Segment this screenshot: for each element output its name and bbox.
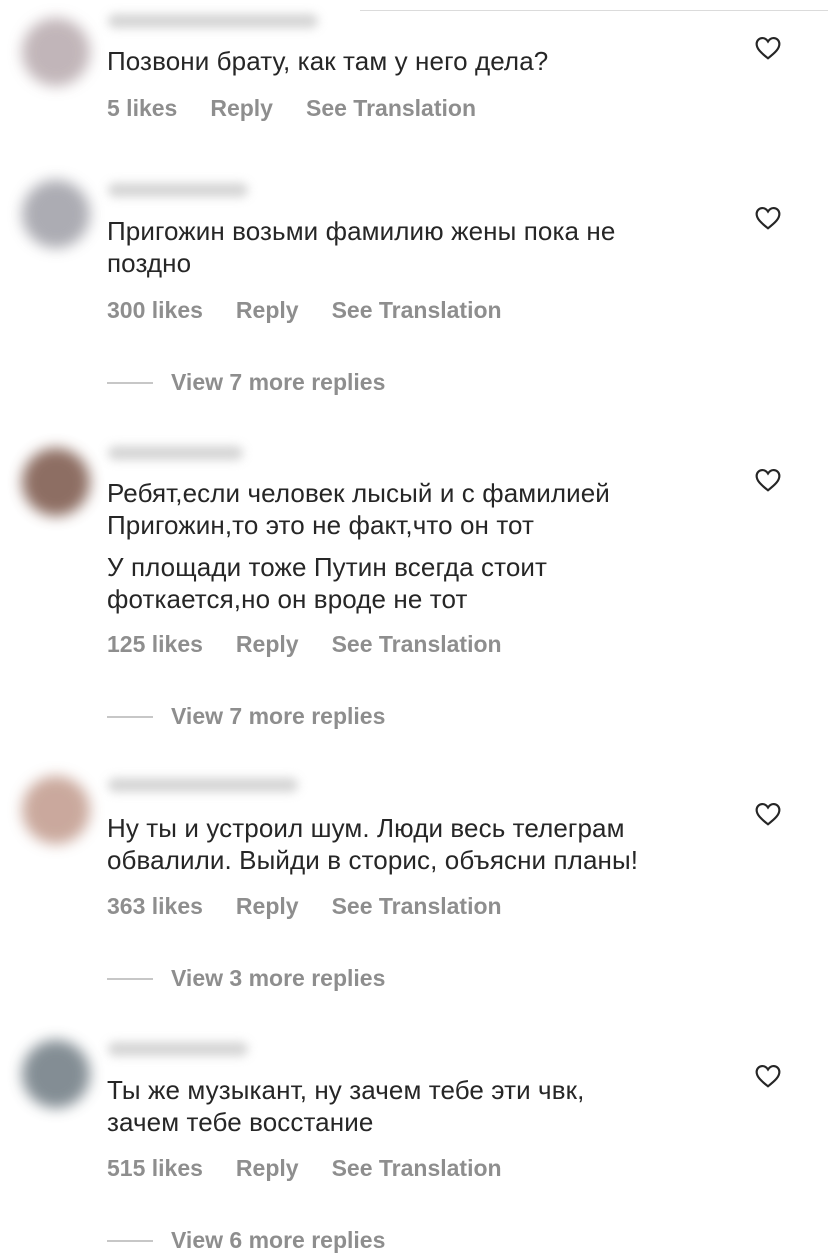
likes-count[interactable]: 125 likes <box>107 631 203 658</box>
comment-text-line: У площади тоже Путин всегда стоит <box>107 552 548 582</box>
view-more-replies-button[interactable]: View 7 more replies <box>107 703 385 730</box>
comment-actions: 300 likes Reply See Translation <box>107 297 535 324</box>
comment-text-line: обвалили. Выйди в сторис, объясни планы! <box>107 845 639 875</box>
view-more-replies-label[interactable]: View 6 more replies <box>171 1227 385 1254</box>
reply-button[interactable]: Reply <box>236 893 299 920</box>
comment-text: Ты же музыкант, ну зачем тебе эти чвк, з… <box>107 1074 727 1138</box>
comment-actions: 515 likes Reply See Translation <box>107 1155 535 1182</box>
replies-divider <box>107 715 153 718</box>
avatar[interactable] <box>22 18 90 86</box>
like-heart-icon[interactable] <box>755 206 781 230</box>
comment-actions: 125 likes Reply See Translation <box>107 631 535 658</box>
replies-divider <box>107 977 153 980</box>
comment-text-line: Пригожин возьми фамилию жены пока не <box>107 216 616 246</box>
like-heart-icon[interactable] <box>755 36 781 60</box>
likes-count[interactable]: 300 likes <box>107 297 203 324</box>
comment-text: Позвони брату, как там у него дела? <box>107 45 727 77</box>
comment-text-line: Ребят,если человек лысый и с фамилией <box>107 478 610 508</box>
replies-divider <box>107 1239 153 1242</box>
view-more-replies-label[interactable]: View 7 more replies <box>171 369 385 396</box>
like-heart-icon[interactable] <box>755 802 781 826</box>
view-more-replies-label[interactable]: View 3 more replies <box>171 965 385 992</box>
comment-text-line: фоткается,но он вроде не тот <box>107 584 468 614</box>
see-translation-button[interactable]: See Translation <box>332 1155 502 1182</box>
comment-actions: 5 likes Reply See Translation <box>107 95 509 122</box>
username-blurred[interactable] <box>108 778 298 792</box>
username-blurred[interactable] <box>108 183 248 197</box>
likes-count[interactable]: 5 likes <box>107 95 177 122</box>
avatar[interactable] <box>22 448 90 516</box>
view-more-replies-button[interactable]: View 3 more replies <box>107 965 385 992</box>
comment-text: Ребят,если человек лысый и с фамилией Пр… <box>107 477 727 615</box>
comment-text-line: Ну ты и устроил шум. Люди весь телеграм <box>107 813 625 843</box>
like-heart-icon[interactable] <box>755 468 781 492</box>
comment-text: Пригожин возьми фамилию жены пока не поз… <box>107 215 727 279</box>
top-divider <box>360 10 828 11</box>
comment-text-line: Позвони брату, как там у него дела? <box>107 46 549 76</box>
view-more-replies-button[interactable]: View 7 more replies <box>107 369 385 396</box>
avatar[interactable] <box>22 776 90 844</box>
username-blurred[interactable] <box>108 446 243 460</box>
replies-divider <box>107 381 153 384</box>
see-translation-button[interactable]: See Translation <box>332 631 502 658</box>
reply-button[interactable]: Reply <box>236 631 299 658</box>
view-more-replies-button[interactable]: View 6 more replies <box>107 1227 385 1254</box>
reply-button[interactable]: Reply <box>236 297 299 324</box>
username-blurred[interactable] <box>108 1042 248 1056</box>
comment-text-line: зачем тебе восстание <box>107 1107 374 1137</box>
comment-text: Ну ты и устроил шум. Люди весь телеграм … <box>107 812 727 876</box>
reply-button[interactable]: Reply <box>236 1155 299 1182</box>
reply-button[interactable]: Reply <box>210 95 273 122</box>
view-more-replies-label[interactable]: View 7 more replies <box>171 703 385 730</box>
likes-count[interactable]: 363 likes <box>107 893 203 920</box>
like-heart-icon[interactable] <box>755 1064 781 1088</box>
avatar[interactable] <box>22 1040 90 1108</box>
see-translation-button[interactable]: See Translation <box>306 95 476 122</box>
likes-count[interactable]: 515 likes <box>107 1155 203 1182</box>
comment-text-line: Пригожин,то это не факт,что он тот <box>107 510 535 540</box>
see-translation-button[interactable]: See Translation <box>332 297 502 324</box>
avatar[interactable] <box>22 180 90 248</box>
comment-actions: 363 likes Reply See Translation <box>107 893 535 920</box>
comment-text-line: Ты же музыкант, ну зачем тебе эти чвк, <box>107 1075 585 1105</box>
username-blurred[interactable] <box>108 14 318 28</box>
comment-text-line: поздно <box>107 248 192 278</box>
see-translation-button[interactable]: See Translation <box>332 893 502 920</box>
